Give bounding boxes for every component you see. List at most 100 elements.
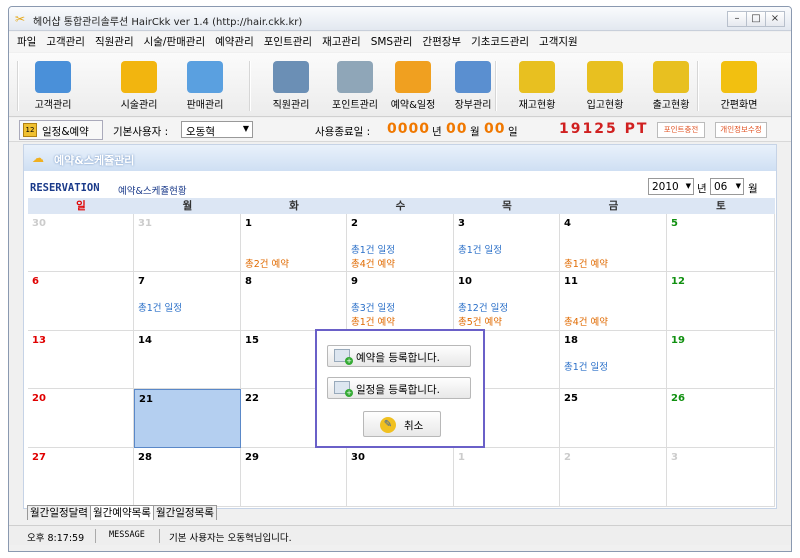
calendar-day-cell[interactable]: 5 (667, 214, 775, 272)
add-schedule-button[interactable]: + 일정을 등록합니다. (327, 377, 471, 399)
toolbar-button-8[interactable]: 입고현황 (573, 57, 637, 115)
menu-item-10[interactable]: 고객지원 (539, 32, 578, 52)
toolbar-button-6[interactable]: 장부관리 (441, 57, 505, 115)
calendar-day-cell[interactable]: 11 총4건 예약 (560, 272, 667, 331)
calendar-day-cell[interactable]: 3 총1건 일정 (454, 214, 560, 272)
minimize-button[interactable]: – (727, 11, 747, 27)
reservation-count[interactable]: 총4건 예약 (564, 314, 608, 328)
day-number: 22 (245, 393, 259, 404)
user-select[interactable]: 오동혁 ▼ (181, 121, 253, 138)
calendar-day-cell[interactable]: 10 총12건 일정 총5건 예약 (454, 272, 560, 331)
reservation-count[interactable]: 총1건 예약 (564, 256, 608, 270)
day-number: 8 (245, 276, 252, 287)
day-number: 25 (564, 393, 578, 404)
calendar-day-cell[interactable]: 29 (241, 448, 347, 507)
toolbar-button-1[interactable]: 시술관리 (107, 57, 171, 115)
tab-monthly-reservations[interactable]: 월간예약목록 (89, 505, 154, 520)
reservation-count[interactable]: 총5건 예약 (458, 314, 502, 328)
toolbar-button-4[interactable]: 포인트관리 (323, 57, 387, 115)
reservation-count[interactable]: 총4건 예약 (351, 256, 395, 270)
menu-item-4[interactable]: 예약관리 (215, 32, 254, 52)
register-popup: + 예약을 등록합니다. + 일정을 등록합니다. ✎ 취소 (315, 329, 485, 448)
calendar-day-cell[interactable]: 3 (667, 448, 775, 507)
calendar-day-cell[interactable]: 6 (28, 272, 134, 331)
tab-monthly-calendar[interactable]: 월간일정달력 (27, 505, 91, 520)
toolbar-button-2[interactable]: 판매관리 (173, 57, 237, 115)
menu-item-2[interactable]: 직원관리 (95, 32, 134, 52)
calendar-day-cell[interactable]: 14 (134, 331, 241, 389)
day-number: 6 (32, 276, 39, 287)
toolbar-label: 입고현황 (586, 100, 624, 111)
view-indicator[interactable]: 12 일정&예약 (19, 120, 103, 140)
calendar-day-cell[interactable]: 26 (667, 389, 775, 448)
day-number: 29 (245, 452, 259, 463)
schedule-count[interactable]: 총3건 일정 (351, 300, 395, 314)
day-number: 30 (351, 452, 365, 463)
calendar-day-cell[interactable]: 7 총1건 일정 (134, 272, 241, 331)
weekday-header: 토 (667, 198, 775, 214)
toolbar-button-7[interactable]: 재고현황 (505, 57, 569, 115)
calendar-day-cell[interactable]: 1 총2건 예약 (241, 214, 347, 272)
expiry-day-unit: 일 (508, 126, 518, 138)
schedule-count[interactable]: 총1건 일정 (351, 242, 395, 256)
maximize-button[interactable]: □ (746, 11, 766, 27)
tab-monthly-schedules[interactable]: 월간일정목록 (152, 505, 217, 520)
calendar-day-cell[interactable]: 1 (454, 448, 560, 507)
windows-icon (721, 61, 757, 93)
calendar-day-cell[interactable]: 8 (241, 272, 347, 331)
menu-item-0[interactable]: 파일 (17, 32, 36, 52)
schedule-panel: ☁ 예약&스케쥴관리 RESERVATION 예약&스케쥴현황 2010 ▼ 년… (23, 144, 777, 509)
calendar-day-cell[interactable]: 9 총3건 일정 총1건 예약 (347, 272, 454, 331)
calendar-day-cell[interactable]: 20 (28, 389, 134, 448)
add-reservation-button[interactable]: + 예약을 등록합니다. (327, 345, 471, 367)
calendar-day-cell[interactable]: 25 (560, 389, 667, 448)
calendar-day-cell[interactable]: 27 (28, 448, 134, 507)
menu-item-7[interactable]: SMS관리 (371, 32, 413, 52)
calendar-day-cell[interactable]: 2 총1건 일정 총4건 예약 (347, 214, 454, 272)
day-number: 21 (139, 394, 153, 405)
cancel-button[interactable]: ✎ 취소 (363, 411, 441, 437)
toolbar-button-3[interactable]: 직원관리 (259, 57, 323, 115)
toolbar-separator (249, 61, 251, 111)
menu-item-9[interactable]: 기초코드관리 (471, 32, 529, 52)
ledger-icon (455, 61, 491, 93)
database-in-icon (587, 61, 623, 93)
schedule-count[interactable]: 총12건 일정 (458, 300, 508, 314)
calendar-day-cell[interactable]: 30 (28, 214, 134, 272)
cancel-icon: ✎ (380, 417, 396, 433)
menu-item-1[interactable]: 고객관리 (46, 32, 85, 52)
toolbar-button-9[interactable]: 출고현황 (639, 57, 703, 115)
status-message: 기본 사용자는 오동혁님입니다. (169, 533, 292, 544)
calendar-day-cell[interactable]: 12 (667, 272, 775, 331)
reservation-count[interactable]: 총1건 예약 (351, 314, 395, 328)
toolbar-button-10[interactable]: 간편화면 (707, 57, 771, 115)
schedule-count[interactable]: 총1건 일정 (564, 359, 608, 373)
toolbar-label: 출고현황 (652, 100, 690, 111)
schedule-count[interactable]: 총1건 일정 (458, 242, 502, 256)
month-select[interactable]: 06 ▼ (710, 178, 744, 195)
schedule-count[interactable]: 총1건 일정 (138, 300, 182, 314)
calendar-day-cell[interactable]: 2 (560, 448, 667, 507)
calendar-day-cell[interactable]: 13 (28, 331, 134, 389)
close-button[interactable]: × (765, 11, 785, 27)
toolbar-button-0[interactable]: 고객관리 (21, 57, 85, 115)
calendar-day-cell[interactable]: 4 총1건 예약 (560, 214, 667, 272)
reservation-count[interactable]: 총2건 예약 (245, 256, 289, 270)
day-number: 10 (458, 276, 472, 287)
calendar-day-cell[interactable]: 31 (134, 214, 241, 272)
toolbar-button-5[interactable]: 예약&일정 (381, 57, 445, 115)
menu-item-5[interactable]: 포인트관리 (264, 32, 312, 52)
menu-item-6[interactable]: 재고관리 (322, 32, 361, 52)
point-charge-button[interactable]: 포인트충전 (657, 122, 705, 138)
menu-item-8[interactable]: 간편장부 (422, 32, 461, 52)
calendar-day-cell[interactable]: 30 (347, 448, 454, 507)
day-number: 1 (245, 218, 252, 229)
calendar-day-cell[interactable]: 21 (134, 389, 241, 448)
day-number: 13 (32, 335, 46, 346)
year-select[interactable]: 2010 ▼ (648, 178, 694, 195)
calendar-day-cell[interactable]: 28 (134, 448, 241, 507)
calendar-day-cell[interactable]: 19 (667, 331, 775, 389)
personal-info-button[interactable]: 개인정보수정 (715, 122, 767, 138)
calendar-day-cell[interactable]: 18 총1건 일정 (560, 331, 667, 389)
menu-item-3[interactable]: 시술/판매관리 (144, 32, 206, 52)
